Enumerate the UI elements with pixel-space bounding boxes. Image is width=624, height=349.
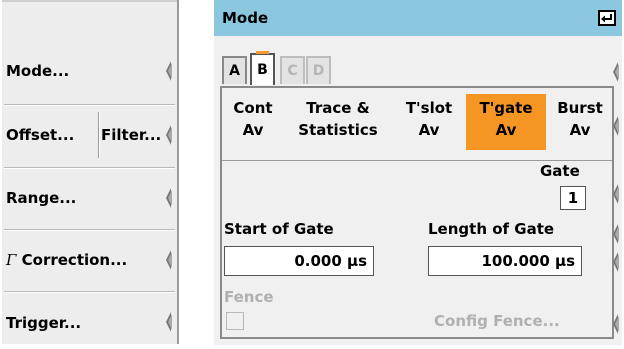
range-softkey-label: Range... (6, 189, 77, 207)
mode-tslot-av-line1: T'slot (405, 99, 453, 117)
mode-tgate-av[interactable]: T'gate Av (466, 94, 546, 150)
tab-content: Cont Av Trace & Statistics T'slot Av T'g… (220, 86, 614, 339)
mode-cont-av-line1: Cont (233, 99, 273, 117)
measurement-mode-row: Cont Av Trace & Statistics T'slot Av T'g… (222, 88, 612, 161)
correction-softkey[interactable]: Γ Correction... (2, 229, 177, 291)
config-fence-button[interactable]: Config Fence... (434, 312, 560, 330)
softkey-panel: Mode... Offset... Filter... Range... Γ C… (2, 0, 179, 344)
softkey-arrow-icon (163, 310, 173, 334)
enter-icon[interactable] (598, 10, 616, 26)
mode-dialog: Mode A B C D Cont Av Trace & Statistics (214, 0, 622, 345)
gate-field[interactable]: 1 (560, 186, 586, 210)
mode-burst-av-line1: Burst (557, 99, 603, 117)
tab-b[interactable]: B (250, 51, 275, 85)
filter-softkey[interactable]: Filter... (101, 104, 161, 166)
offset-softkey[interactable]: Offset... (6, 104, 74, 166)
tab-d[interactable]: D (306, 56, 331, 84)
start-length-arrow-icon (610, 222, 620, 246)
trigger-softkey-label: Trigger... (6, 314, 82, 332)
fence-checkbox[interactable] (226, 312, 244, 330)
mode-trace-statistics[interactable]: Trace & Statistics (288, 94, 388, 150)
trigger-softkey[interactable]: Trigger... (2, 291, 177, 343)
mode-trace-statistics-line2: Statistics (298, 121, 378, 139)
length-of-gate-field[interactable]: 100.000 µs (428, 246, 582, 276)
softkey-arrow-icon (163, 186, 173, 210)
gate-arrow-icon (610, 182, 620, 206)
mode-trace-statistics-line1: Trace & (306, 99, 370, 117)
tabs-arrow-icon (610, 60, 620, 84)
length-of-gate-label: Length of Gate (428, 220, 555, 238)
softkey-split-divider (98, 112, 100, 158)
softkey-arrow-icon (163, 123, 173, 147)
offset-filter-softkey: Offset... Filter... (2, 104, 177, 166)
softkey-arrow-icon (163, 59, 173, 83)
start-of-gate-field[interactable]: 0.000 µs (224, 246, 374, 276)
tab-a[interactable]: A (222, 56, 247, 84)
correction-text: Correction... (16, 251, 128, 269)
mode-burst-av-line2: Av (569, 121, 591, 139)
mode-tslot-av[interactable]: T'slot Av (394, 94, 464, 150)
meas-row-arrow-icon (610, 114, 620, 138)
fence-label: Fence (224, 288, 274, 306)
mode-tgate-av-line2: Av (495, 121, 517, 139)
mode-softkey[interactable]: Mode... (2, 40, 177, 102)
gate-label: Gate (540, 162, 580, 180)
mode-cont-av[interactable]: Cont Av (224, 94, 282, 150)
dialog-title-bar: Mode (214, 0, 622, 36)
tab-c[interactable]: C (280, 56, 305, 84)
softkey-arrow-icon (163, 248, 173, 272)
mode-cont-av-line2: Av (242, 121, 264, 139)
mode-tslot-av-line2: Av (418, 121, 440, 139)
gamma-symbol: Γ (6, 251, 17, 269)
mode-burst-av[interactable]: Burst Av (548, 94, 612, 150)
softkey-panel-top (2, 0, 177, 10)
fence-arrow-icon (610, 312, 620, 336)
mode-softkey-label: Mode... (6, 62, 70, 80)
range-softkey[interactable]: Range... (2, 167, 177, 229)
dialog-title: Mode (222, 9, 269, 27)
start-of-gate-label: Start of Gate (224, 220, 334, 238)
mode-tgate-av-line1: T'gate (479, 99, 533, 117)
correction-softkey-label: Γ Correction... (6, 229, 127, 291)
values-arrow-icon (610, 250, 620, 274)
